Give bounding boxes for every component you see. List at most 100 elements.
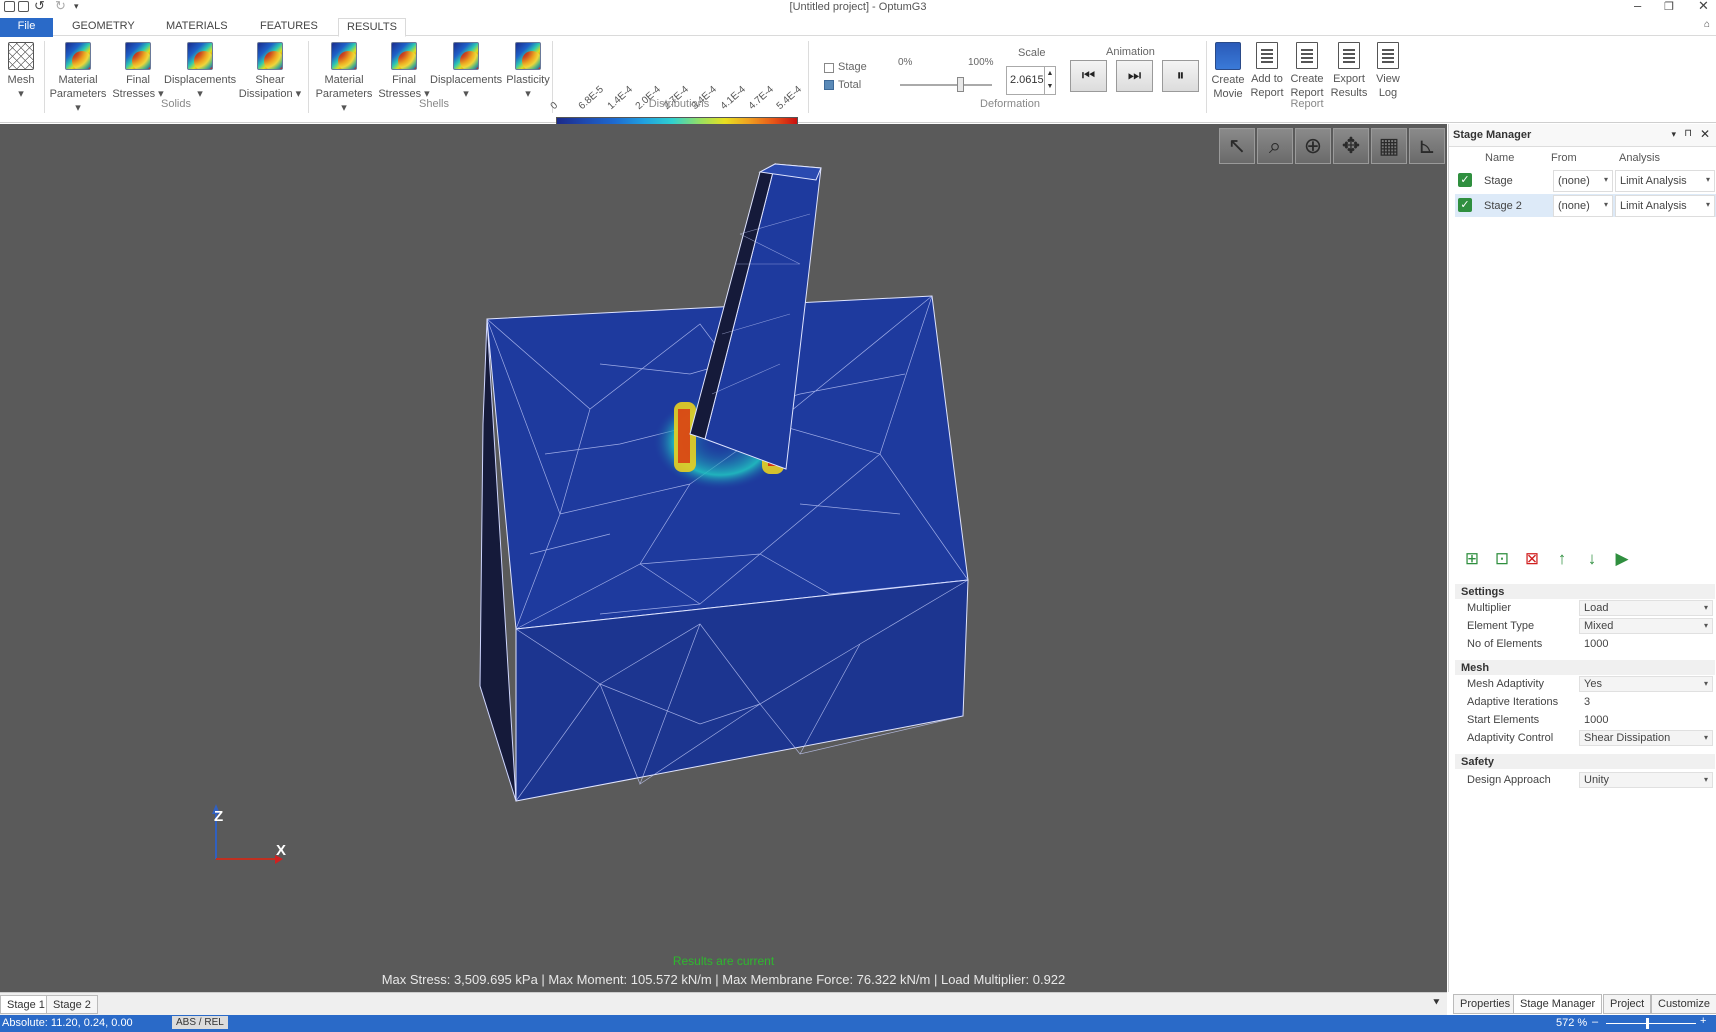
animation-prev-button[interactable]: ⏮ (1070, 60, 1107, 92)
scale-stepper[interactable]: 2.0615 ▲ ▼ (1006, 66, 1056, 95)
mesh-section-header[interactable]: Mesh (1455, 660, 1715, 675)
property-select[interactable]: Yes ▾ (1579, 676, 1713, 692)
zoom-icon[interactable]: ⌕ (1257, 128, 1293, 164)
shells-displacements-button[interactable]: Displacements ▾ (430, 42, 502, 101)
property-element-type[interactable]: Element Type Mixed ▾ (1455, 618, 1715, 635)
stage-checkbox[interactable] (824, 63, 834, 73)
panel-close-icon[interactable]: ✕ (1700, 127, 1710, 141)
property-start-elements[interactable]: Start Elements 1000 (1455, 712, 1715, 729)
stage-tab-1[interactable]: Stage 1 (0, 995, 52, 1014)
property-input[interactable]: 3 (1579, 694, 1713, 710)
tab-geometry[interactable]: GEOMETRY (64, 18, 143, 37)
property-no-of-elements[interactable]: No of Elements 1000 (1455, 636, 1715, 653)
add-to-report-button[interactable]: Add to Report (1248, 42, 1286, 100)
property-adaptive-iterations[interactable]: Adaptive Iterations 3 (1455, 694, 1715, 711)
tab-results[interactable]: RESULTS (338, 18, 406, 37)
tab-properties[interactable]: Properties (1453, 994, 1518, 1014)
export-results-button[interactable]: Export Results (1330, 42, 1368, 100)
mesh-icon (8, 42, 34, 70)
create-movie-button[interactable]: Create Movie (1208, 42, 1248, 101)
property-mesh-adaptivity[interactable]: Mesh Adaptivity Yes ▾ (1455, 676, 1715, 693)
results-summary: Max Stress: 3,509.695 kPa | Max Moment: … (381, 972, 1066, 987)
property-select[interactable]: Mixed ▾ (1579, 618, 1713, 634)
property-select[interactable]: Unity ▾ (1579, 772, 1713, 788)
checkmark-icon[interactable]: ✓ (1458, 198, 1472, 212)
deformation-slider-thumb[interactable] (956, 77, 964, 92)
view-log-button[interactable]: View Log (1370, 42, 1406, 100)
group-label-shells: Shells (419, 98, 449, 110)
animation-next-button[interactable]: ⏭ (1116, 60, 1153, 92)
zoom-slider-thumb[interactable] (1646, 1018, 1649, 1029)
column-analysis: Analysis (1619, 152, 1660, 164)
solids-displacements-button[interactable]: Displacements ▾ (164, 42, 236, 101)
zoom-in-icon[interactable]: + (1700, 1015, 1706, 1027)
stage-row[interactable]: ✓ Stage (none) ▾ Limit Analysis ▾ (1455, 169, 1716, 192)
delete-stage-icon[interactable]: ⊠ (1521, 548, 1543, 570)
x-axis-label: X (276, 842, 286, 859)
grid-icon[interactable]: ▦ (1371, 128, 1407, 164)
solids-final-stresses-button[interactable]: Final Stresses ▾ (110, 42, 166, 101)
property-multiplier[interactable]: Multiplier Load ▾ (1455, 600, 1715, 617)
tab-file[interactable]: File (0, 18, 53, 37)
property-adaptivity-control[interactable]: Adaptivity Control Shear Dissipation ▾ (1455, 730, 1715, 747)
tab-stage-manager[interactable]: Stage Manager (1513, 994, 1603, 1014)
column-from: From (1551, 152, 1577, 164)
stage-analysis-select[interactable]: Limit Analysis ▾ (1615, 195, 1715, 217)
abs-rel-toggle[interactable]: ABS / REL (172, 1016, 228, 1029)
tab-project[interactable]: Project (1603, 994, 1652, 1014)
move-down-icon[interactable]: ↓ (1581, 548, 1603, 570)
pin-icon[interactable]: ⊓ (1684, 128, 1692, 139)
edit-stage-icon[interactable]: ⊡ (1491, 548, 1513, 570)
tab-customize[interactable]: Customize (1651, 994, 1716, 1014)
total-checkbox[interactable] (824, 80, 834, 90)
group-label-deformation: Deformation (980, 98, 1040, 110)
animation-pause-button[interactable]: ⏸ (1162, 60, 1199, 92)
stage-from-select[interactable]: (none) ▾ (1553, 170, 1613, 192)
model-view[interactable]: Z X (0, 124, 1447, 992)
3d-viewport[interactable]: Z X ↖ ⌕ ⊕ ✥ ▦ ⊾ Results are current Max … (0, 124, 1447, 992)
stage-name[interactable]: Stage (1479, 170, 1551, 192)
tab-features[interactable]: FEATURES (252, 18, 326, 37)
tab-materials[interactable]: MATERIALS (158, 18, 236, 37)
zoom-out-icon[interactable]: – (1592, 1016, 1598, 1028)
move-up-icon[interactable]: ↑ (1551, 548, 1573, 570)
spin-arrows-icon[interactable]: ▲ ▼ (1044, 67, 1055, 94)
stage-analysis-select[interactable]: Limit Analysis ▾ (1615, 170, 1715, 192)
run-icon[interactable]: ▶ (1611, 548, 1633, 570)
close-icon[interactable]: ✕ (1698, 0, 1709, 14)
safety-section-header[interactable]: Safety (1455, 754, 1715, 769)
settings-section-header[interactable]: Settings (1455, 584, 1715, 599)
panel-dropdown-icon[interactable]: ▾ (1671, 129, 1676, 140)
restore-icon[interactable]: ❐ (1664, 0, 1674, 13)
property-design-approach[interactable]: Design Approach Unity ▾ (1455, 772, 1715, 789)
axes-view-icon[interactable]: ⊾ (1409, 128, 1445, 164)
animation-label: Animation (1106, 46, 1155, 58)
stage-from-select[interactable]: (none) ▾ (1553, 195, 1613, 217)
zoom-extents-icon[interactable]: ⊕ (1295, 128, 1331, 164)
stage-row-selected[interactable]: ✓ Stage 2 (none) ▾ Limit Analysis ▾ (1455, 194, 1716, 217)
button-label: Create (1211, 74, 1245, 86)
create-report-button[interactable]: Create Report (1288, 42, 1326, 100)
property-key: Start Elements (1467, 714, 1540, 726)
tab-overflow-icon[interactable]: ⯆ (1432, 997, 1441, 1010)
minimize-icon[interactable]: – (1634, 0, 1641, 13)
select-arrow-icon[interactable]: ↖ (1219, 128, 1255, 164)
shells-final-stresses-button[interactable]: Final Stresses ▾ (376, 42, 432, 101)
pan-icon[interactable]: ✥ (1333, 128, 1369, 164)
solids-shear-dissipation-button[interactable]: Shear Dissipation ▾ (236, 42, 304, 101)
ribbon-collapse-icon[interactable]: ⌂ (1704, 19, 1710, 30)
shells-plasticity-button[interactable]: Plasticity ▾ (502, 42, 554, 101)
add-stage-icon[interactable]: ⊞ (1461, 548, 1483, 570)
stage-name[interactable]: Stage 2 (1479, 195, 1551, 217)
mesh-button[interactable]: Mesh ▾ (4, 42, 38, 101)
contour-map-icon (515, 42, 541, 70)
property-select[interactable]: Shear Dissipation ▾ (1579, 730, 1713, 746)
property-select[interactable]: Load ▾ (1579, 600, 1713, 616)
property-input[interactable]: 1000 (1579, 712, 1713, 728)
checkmark-icon[interactable]: ✓ (1458, 173, 1472, 187)
property-input[interactable]: 1000 (1579, 636, 1713, 652)
zoom-slider-track[interactable] (1606, 1023, 1696, 1024)
group-label-report: Report (1290, 98, 1324, 110)
deformation-slider-track[interactable] (900, 84, 992, 86)
stage-tab-2[interactable]: Stage 2 (46, 995, 98, 1014)
